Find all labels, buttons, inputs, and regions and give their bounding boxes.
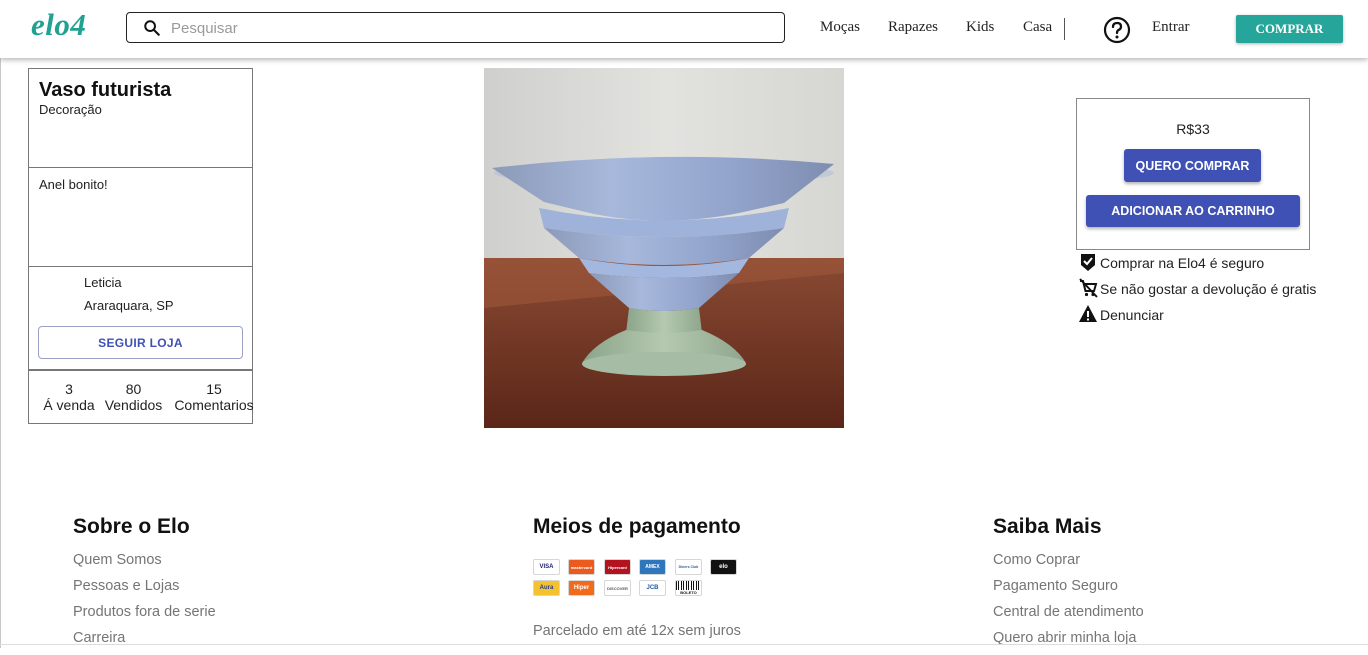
footer-link-pessoas-lojas[interactable]: Pessoas e Lojas xyxy=(73,577,216,603)
boleto-icon: BOLETO xyxy=(675,580,702,596)
nav-kids[interactable]: Kids xyxy=(966,19,994,36)
stat-comments: 15 Comentarios xyxy=(174,381,254,413)
login-link[interactable]: Entrar xyxy=(1152,19,1189,36)
product-description-section: Anel bonito! xyxy=(28,167,253,267)
footer-payment: Meios de pagamento VISA mastercard Hiper… xyxy=(533,515,741,639)
page-left-border xyxy=(0,58,1,648)
seller-stats: 3 Á venda 80 Vendidos 15 Comentarios xyxy=(28,370,254,424)
buy-button[interactable]: COMPRAR xyxy=(1236,15,1343,43)
seller-name: Leticia xyxy=(84,275,122,290)
footer-link-carreira[interactable]: Carreira xyxy=(73,629,216,655)
footer-link-central[interactable]: Central de atendimento xyxy=(993,603,1144,629)
nav-divider xyxy=(1064,18,1065,40)
search-icon[interactable] xyxy=(143,19,161,37)
footer-about-title: Sobre o Elo xyxy=(73,515,190,538)
stat-sold: 80 Vendidos xyxy=(104,381,163,413)
price-box: R$33 QUERO COMPRAR ADICIONAR AO CARRINHO xyxy=(1076,98,1310,250)
help-icon[interactable] xyxy=(1103,16,1131,44)
footer-payment-title: Meios de pagamento xyxy=(533,515,741,538)
elo4-logo[interactable]: elo4 xyxy=(31,7,86,43)
footer-link-pagamento-seguro[interactable]: Pagamento Seguro xyxy=(993,577,1144,603)
top-bar: elo4 Moças Rapazes Kids Casa Entrar COMP… xyxy=(0,0,1368,58)
shield-check-icon xyxy=(1081,254,1095,271)
product-description: Anel bonito! xyxy=(39,177,108,192)
bottom-divider xyxy=(0,644,1368,645)
search-box[interactable] xyxy=(126,12,785,43)
seller-section: Leticia Araraquara, SP SEGUIR LOJA xyxy=(28,267,253,370)
hipercard-card-icon: Hipercard xyxy=(604,559,631,575)
hiper-card-icon: Hiper xyxy=(568,580,595,596)
mastercard-card-icon: mastercard xyxy=(568,559,595,575)
add-to-cart-button[interactable]: ADICIONAR AO CARRINHO xyxy=(1086,195,1300,227)
vase-photo xyxy=(484,68,844,428)
footer-link-como-comprar[interactable]: Como Coprar xyxy=(993,551,1144,577)
product-image[interactable] xyxy=(484,68,844,428)
nav-mocas[interactable]: Moças xyxy=(820,19,860,36)
product-price: R$33 xyxy=(1176,121,1210,137)
search-input[interactable] xyxy=(171,17,771,39)
amex-card-icon: AMEX xyxy=(639,559,666,575)
jcb-card-icon: JCB xyxy=(639,580,666,596)
discover-card-icon: DISCOVER xyxy=(604,580,631,596)
visa-card-icon: VISA xyxy=(533,559,560,575)
footer-more-title: Saiba Mais xyxy=(993,515,1102,538)
footer-about: Sobre o Elo Quem Somos Pessoas e Lojas P… xyxy=(73,515,216,655)
installments-text: Parcelado em até 12x sem juros xyxy=(533,623,741,639)
nav-casa[interactable]: Casa xyxy=(1023,19,1052,36)
stat-for-sale: 3 Á venda xyxy=(43,381,95,413)
aura-card-icon: Aura xyxy=(533,580,560,596)
product-title-section: Vaso futurista Decoração xyxy=(28,68,253,168)
product-info-card: Vaso futurista Decoração Anel bonito! Le… xyxy=(28,68,254,424)
remove-cart-icon xyxy=(1079,278,1098,298)
footer-link-abrir-loja[interactable]: Quero abrir minha loja xyxy=(993,629,1144,655)
footer-link-produtos[interactable]: Produtos fora de serie xyxy=(73,603,216,629)
nav-rapazes[interactable]: Rapazes xyxy=(888,19,938,36)
warning-icon xyxy=(1079,305,1097,322)
footer-more: Saiba Mais Como Coprar Pagamento Seguro … xyxy=(993,515,1144,655)
follow-shop-button[interactable]: SEGUIR LOJA xyxy=(38,326,243,359)
buy-now-button[interactable]: QUERO COMPRAR xyxy=(1124,149,1261,182)
diners-card-icon: Diners Club xyxy=(675,559,702,575)
elo-card-icon: elo xyxy=(710,559,737,575)
product-title: Vaso futurista xyxy=(39,79,172,101)
footer-link-quem-somos[interactable]: Quem Somos xyxy=(73,551,216,577)
seller-location: Araraquara, SP xyxy=(84,298,174,313)
product-category: Decoração xyxy=(39,102,102,117)
